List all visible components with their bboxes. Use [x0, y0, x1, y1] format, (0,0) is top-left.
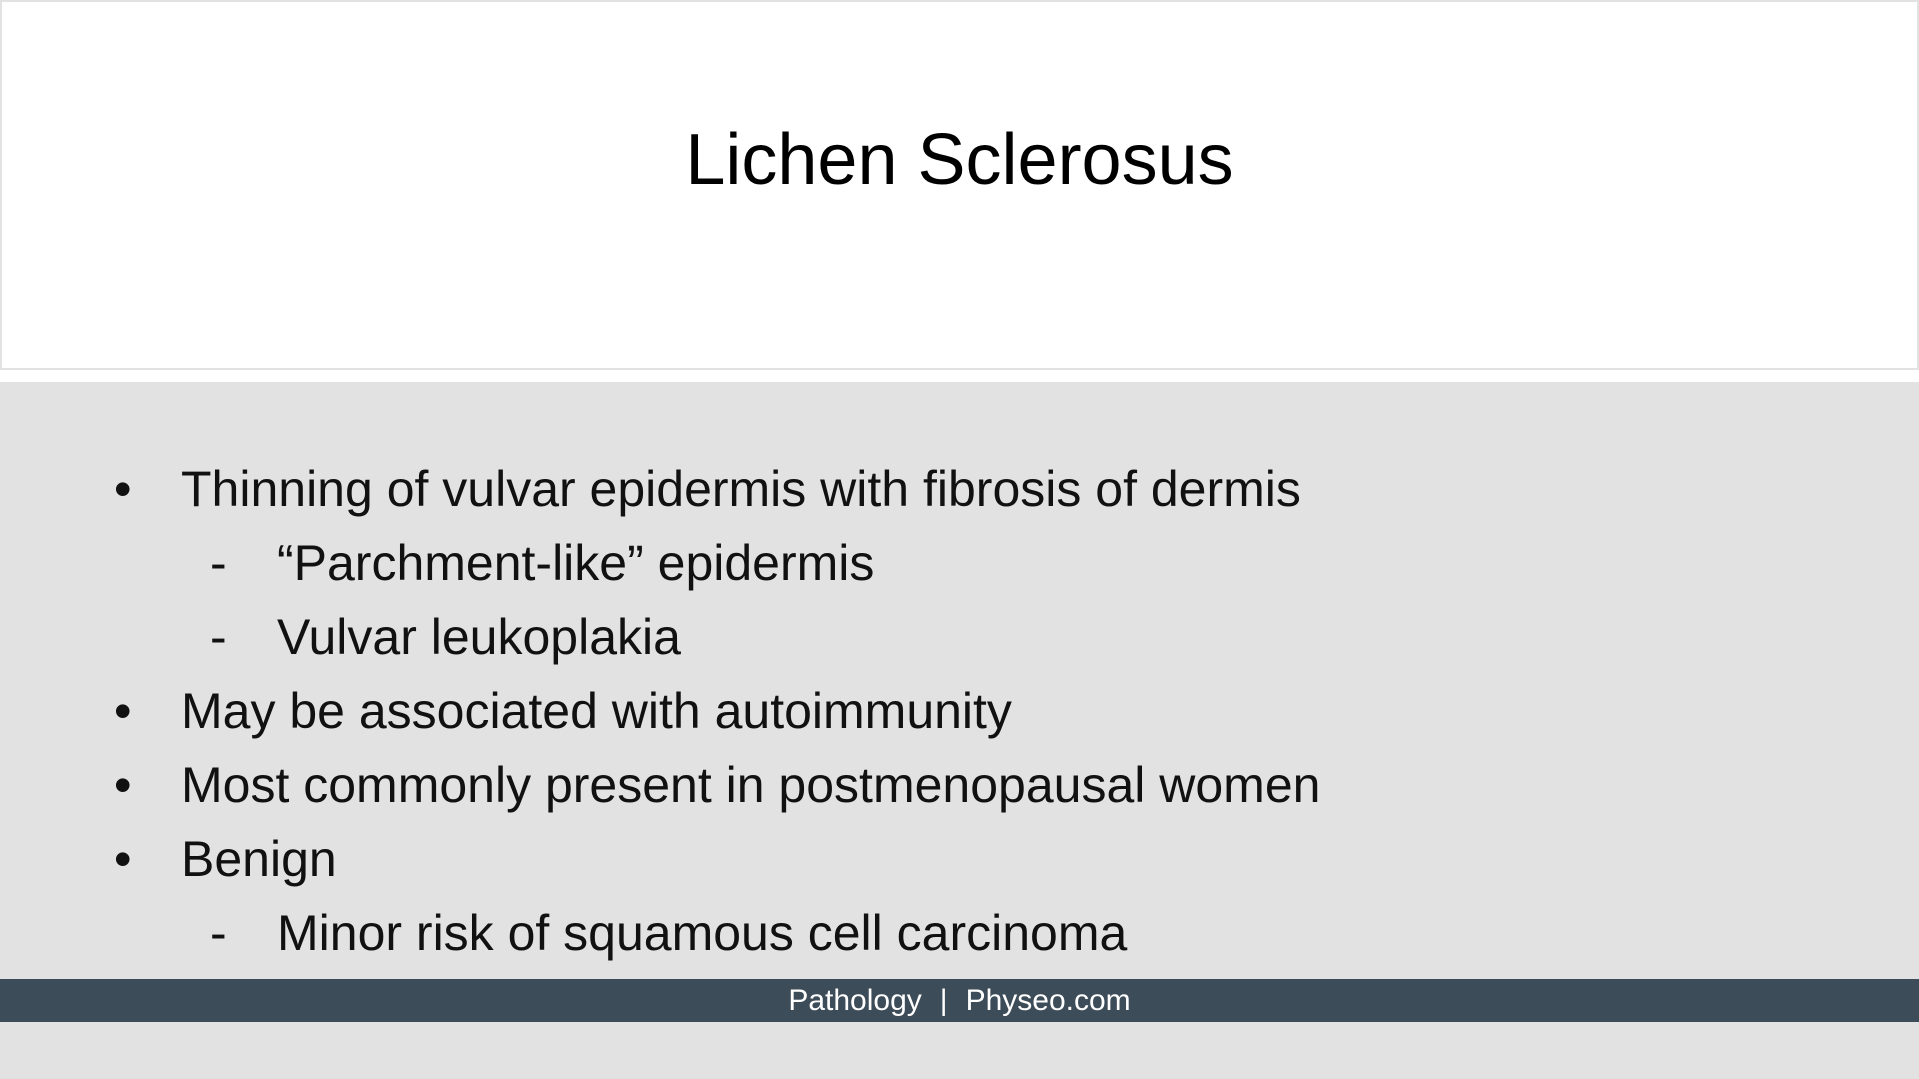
- list-item: - “Parchment-like” epidermis: [0, 526, 1919, 600]
- bullet-text: “Parchment-like” epidermis: [277, 535, 875, 591]
- footer-separator: |: [939, 984, 948, 1017]
- bullet-marker: •: [114, 831, 132, 887]
- bullet-marker: •: [114, 683, 132, 739]
- list-item: • Benign: [0, 822, 1919, 896]
- footer-bar: Pathology | Physeo.com: [0, 979, 1919, 1022]
- bullet-text: May be associated with autoimmunity: [181, 683, 1012, 739]
- list-item: • May be associated with autoimmunity: [0, 674, 1919, 748]
- title-panel: Lichen Sclerosus: [0, 0, 1919, 371]
- list-item: - Vulvar leukoplakia: [0, 600, 1919, 674]
- bullet-text: Most commonly present in postmenopausal …: [181, 757, 1321, 813]
- bullet-text: Thinning of vulvar epidermis with fibros…: [181, 461, 1301, 517]
- footer-subject: Pathology: [788, 984, 922, 1017]
- bullet-list: • Thinning of vulvar epidermis with fibr…: [0, 452, 1919, 970]
- bullet-text: Benign: [181, 831, 337, 887]
- bullet-marker: •: [114, 461, 132, 517]
- footer-site: Physeo.com: [965, 984, 1131, 1017]
- dash-marker: -: [210, 905, 227, 961]
- bullet-marker: •: [114, 757, 132, 813]
- list-item: - Minor risk of squamous cell carcinoma: [0, 896, 1919, 970]
- bullet-text: Minor risk of squamous cell carcinoma: [277, 905, 1128, 961]
- slide-title: Lichen Sclerosus: [685, 120, 1234, 200]
- list-item: • Most commonly present in postmenopausa…: [0, 748, 1919, 822]
- list-item: • Thinning of vulvar epidermis with fibr…: [0, 452, 1919, 526]
- dash-marker: -: [210, 609, 227, 665]
- dash-marker: -: [210, 535, 227, 591]
- slide: Lichen Sclerosus • Thinning of vulvar ep…: [0, 0, 1919, 1079]
- divider: [0, 370, 1919, 382]
- bullet-text: Vulvar leukoplakia: [277, 609, 681, 665]
